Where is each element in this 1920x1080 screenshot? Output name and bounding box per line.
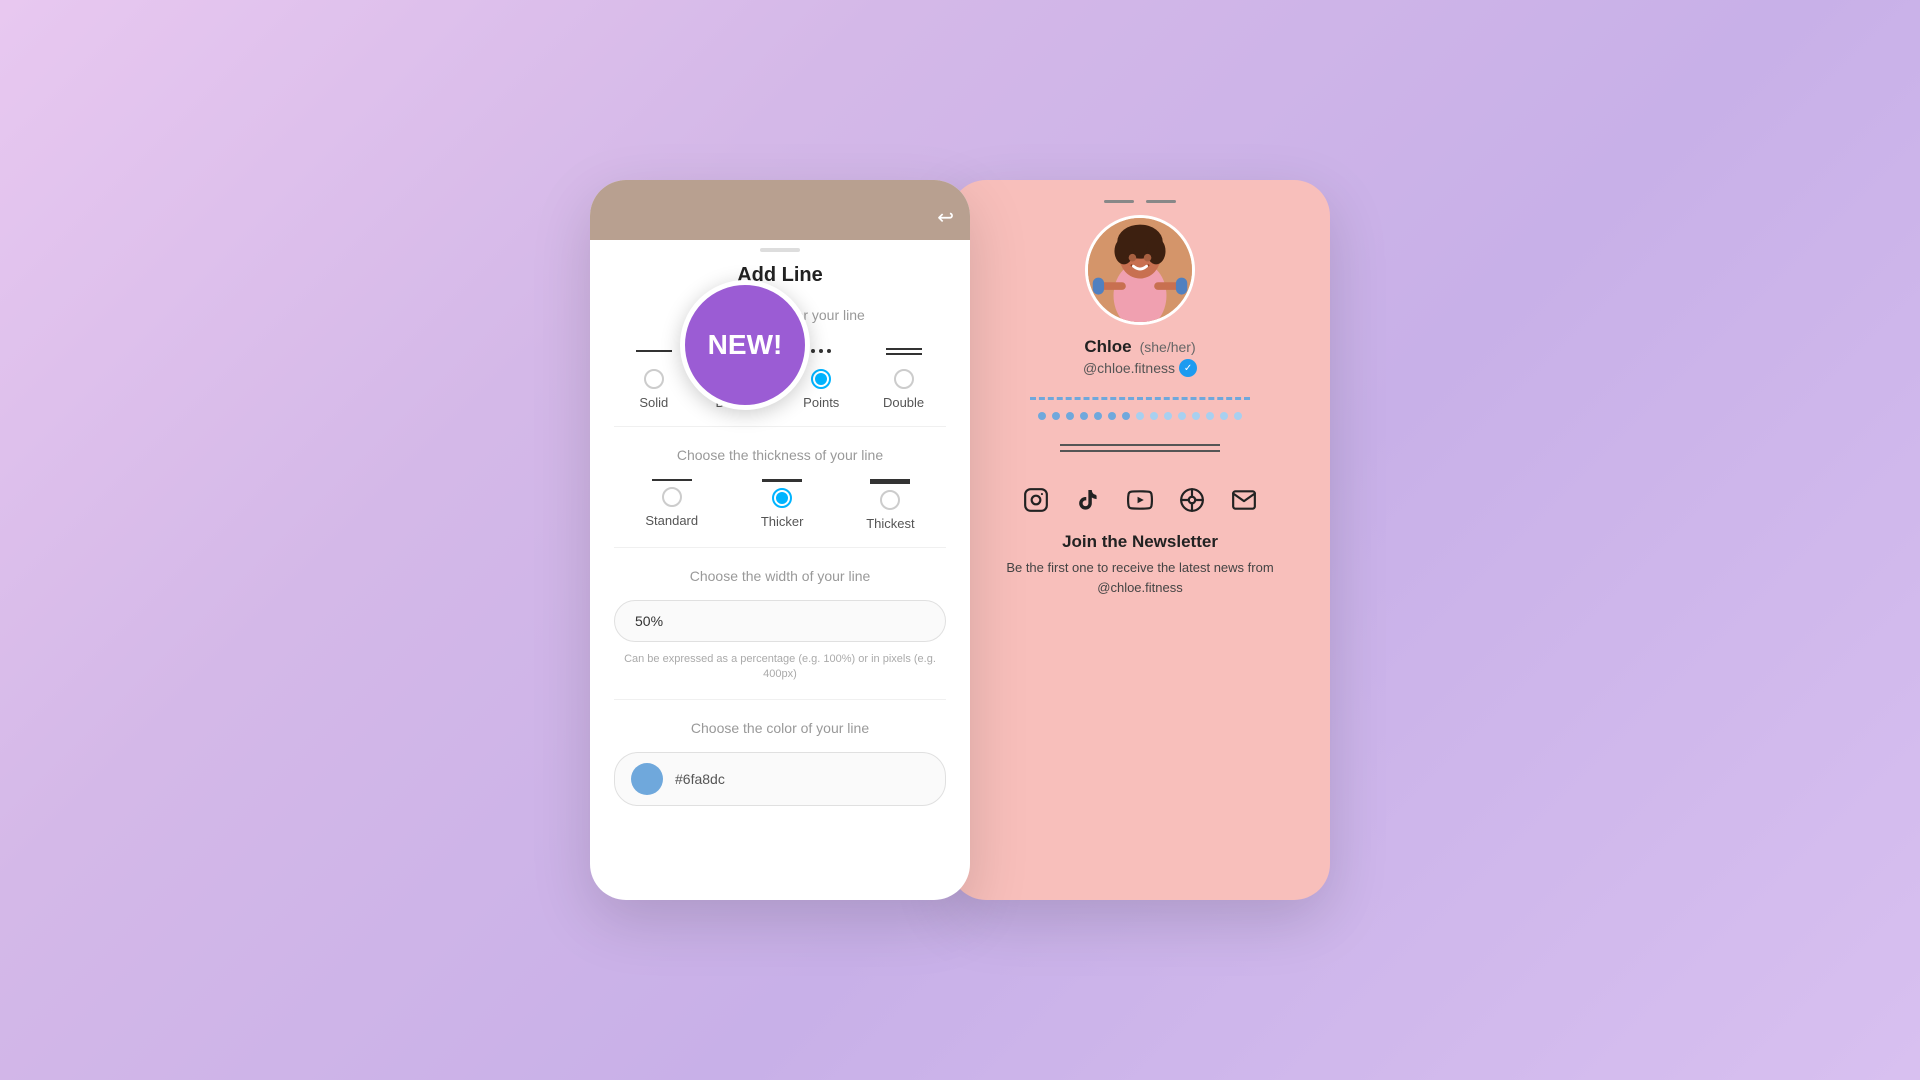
name-row: Chloe (she/her) <box>1084 337 1195 357</box>
solid-label: Solid <box>639 395 668 410</box>
standard-label: Standard <box>645 513 698 528</box>
thickness-section-label: Choose the thickness of your line <box>614 447 946 463</box>
handle-text: @chloe.fitness <box>1083 360 1175 376</box>
thickness-option-thicker[interactable]: Thicker <box>761 479 804 531</box>
dot <box>1122 412 1130 420</box>
width-section: Choose the width of your line 50% Can be… <box>614 568 946 683</box>
youtube-icon[interactable] <box>1124 484 1156 516</box>
newsletter-title: Join the Newsletter <box>994 532 1286 552</box>
style-option-solid[interactable]: Solid <box>636 339 672 410</box>
dot <box>1080 412 1088 420</box>
panel-title: Add Line <box>614 264 946 287</box>
color-swatch[interactable] <box>631 763 663 795</box>
dashed-line-container <box>970 397 1310 400</box>
double-label: Double <box>883 395 924 410</box>
standard-radio[interactable] <box>662 487 682 507</box>
instagram-icon[interactable] <box>1020 484 1052 516</box>
color-section-label: Choose the color of your line <box>614 720 946 736</box>
dot <box>1164 412 1172 420</box>
dot <box>1234 412 1242 420</box>
dot <box>1178 412 1186 420</box>
dot <box>1150 412 1158 420</box>
social-icons <box>1000 484 1280 516</box>
tiktok-icon[interactable] <box>1072 484 1104 516</box>
width-hint: Can be expressed as a percentage (e.g. 1… <box>614 652 946 683</box>
double-line-top <box>1060 444 1220 446</box>
divider-2 <box>614 547 946 548</box>
thickness-options: Standard Thicker Thickest <box>614 479 946 531</box>
solid-radio[interactable] <box>644 369 664 389</box>
profile-pronouns: (she/her) <box>1140 339 1196 355</box>
points-label: Points <box>803 395 839 410</box>
profile-section: Chloe (she/her) @chloe.fitness ✓ <box>950 215 1330 597</box>
thickness-option-thickest[interactable]: Thickest <box>866 479 914 531</box>
thicker-line-icon <box>762 479 802 482</box>
back-icon[interactable]: ↩ <box>937 205 954 230</box>
double-line-container <box>1060 444 1220 452</box>
dot <box>1192 412 1200 420</box>
standard-line-icon <box>652 479 692 481</box>
divider-1 <box>614 426 946 427</box>
dot <box>1038 412 1046 420</box>
podcast-icon[interactable] <box>1176 484 1208 516</box>
dot <box>1052 412 1060 420</box>
dot <box>1206 412 1214 420</box>
profile-handle: @chloe.fitness ✓ <box>1083 359 1197 377</box>
double-radio[interactable] <box>894 369 914 389</box>
color-input-container[interactable]: #6fa8dc <box>614 752 946 806</box>
left-phone: ↩ Add Line Choose a style for your line … <box>590 180 970 900</box>
avatar-svg <box>1088 215 1192 325</box>
newsletter-section: Join the Newsletter Be the first one to … <box>970 532 1310 597</box>
header-dash-2 <box>1146 200 1176 203</box>
divider-3 <box>614 699 946 700</box>
double-line-bottom <box>1060 450 1220 452</box>
right-phone: Chloe (she/her) @chloe.fitness ✓ <box>950 180 1330 900</box>
dot <box>1220 412 1228 420</box>
color-value: #6fa8dc <box>675 771 725 787</box>
profile-name: Chloe <box>1084 337 1131 357</box>
avatar <box>1085 215 1195 325</box>
main-scene: NEW! ↩ Add Line Choose a style for your … <box>590 180 1330 900</box>
style-option-double[interactable]: Double <box>883 339 924 410</box>
thickest-line-icon <box>870 479 910 484</box>
dots-line-blue <box>1010 412 1270 420</box>
phone-notch <box>590 240 970 256</box>
new-badge: NEW! <box>680 280 810 410</box>
newsletter-text: Be the first one to receive the latest n… <box>994 558 1286 597</box>
notch-bar <box>760 248 800 252</box>
phone-header: ↩ <box>590 180 970 240</box>
points-line-icon <box>811 339 831 363</box>
width-input[interactable]: 50% <box>635 613 925 629</box>
solid-line-icon <box>636 339 672 363</box>
thickest-radio[interactable] <box>880 490 900 510</box>
width-section-label: Choose the width of your line <box>614 568 946 584</box>
right-header <box>950 180 1330 215</box>
double-line-icon <box>886 339 922 363</box>
width-input-container[interactable]: 50% <box>614 600 946 642</box>
dashes-line-blue <box>1030 397 1250 400</box>
points-radio[interactable] <box>811 369 831 389</box>
color-section: Choose the color of your line #6fa8dc <box>614 720 946 806</box>
thicker-radio[interactable] <box>772 488 792 508</box>
email-icon[interactable] <box>1228 484 1260 516</box>
avatar-image <box>1088 218 1192 322</box>
thickest-label: Thickest <box>866 516 914 531</box>
header-dash-1 <box>1104 200 1134 203</box>
dot <box>1066 412 1074 420</box>
verified-badge: ✓ <box>1179 359 1197 377</box>
thickness-section: Choose the thickness of your line Standa… <box>614 447 946 531</box>
dot <box>1136 412 1144 420</box>
thicker-label: Thicker <box>761 514 804 529</box>
dot <box>1108 412 1116 420</box>
thickness-option-standard[interactable]: Standard <box>645 479 698 531</box>
dot <box>1094 412 1102 420</box>
new-badge-text: NEW! <box>708 329 783 361</box>
